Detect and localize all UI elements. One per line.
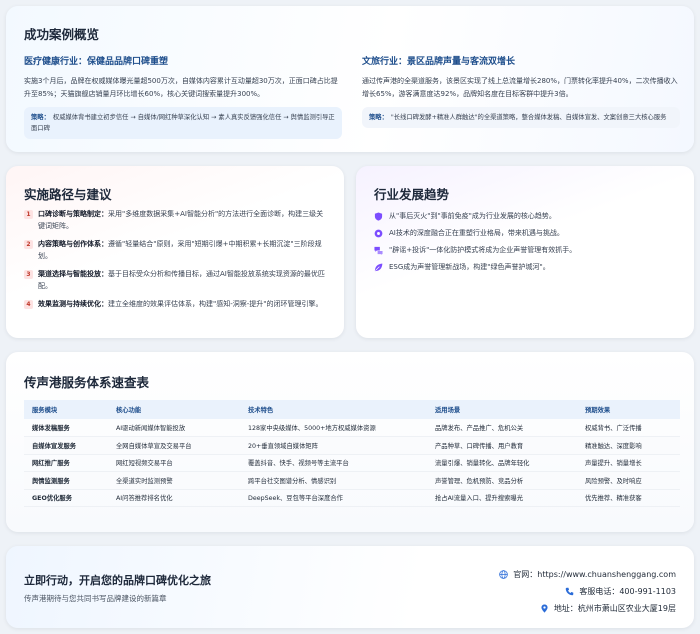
trend-item: 从"事后灭火"到"事前免疫"成为行业发展的核心趋势。 (374, 212, 679, 221)
column-header: 技术特色 (240, 400, 427, 419)
table-cell: DeepSeek、豆包等平台深度合作 (240, 489, 427, 507)
table-cell: 媒体发稿服务 (24, 419, 108, 437)
table-cell: 舆情监测服务 (24, 471, 108, 490)
trends-section: 行业发展趋势 从"事后灭火"到"事前免疫"成为行业发展的核心趋势。 AI技术的深… (356, 166, 694, 338)
trend-text: "辟谣+投诉"一体化防护模式将成为企业声誉管理有效抓手。 (389, 246, 577, 254)
table-row: 媒体发稿服务 AI驱动新闻媒体智能投放 128家中央级媒体、5000+地方权威媒… (24, 419, 680, 437)
column-header: 核心功能 (108, 400, 240, 419)
case-tourism-strategy: 策略： "长线口碑发酵+精准人群触达"的全渠道策略，整合媒体发稿、自媒体宣发、文案… (362, 107, 680, 128)
trend-text: 从"事后灭火"到"事前免疫"成为行业发展的核心趋势。 (389, 212, 556, 220)
table-row: 网红推广服务 网红短视频交易平台 覆盖抖音、快手、视频号等主流平台 流量引爆、销… (24, 454, 680, 472)
table-cell: 声量提升、销量增长 (577, 454, 680, 472)
case-medical: 医疗健康行业：保健品品牌口碑重塑 实施3个月后，品牌在权威媒体曝光量超500万次… (24, 54, 342, 139)
strategy-label: 策略： (369, 114, 388, 121)
step-heading: 口碑诊断与策略制定： (38, 210, 108, 218)
table-cell: 自媒体宣发服务 (24, 436, 108, 455)
roadmap-step: 4 效果监测与持续优化：建立全维度的效果评估体系，构建"感知-洞察-提升"的闭环… (24, 299, 329, 311)
trend-item: "辟谣+投诉"一体化防护模式将成为企业声誉管理有效抓手。 (374, 246, 679, 255)
trends-title: 行业发展趋势 (374, 187, 450, 202)
table-cell: 全渠道实时监测预警 (108, 471, 240, 490)
table-cell: 全网自媒体草宣及交易平台 (108, 436, 240, 455)
case-medical-title: 医疗健康行业：保健品品牌口碑重塑 (24, 57, 169, 67)
trend-text: AI技术的深度融合正在重塑行业格局，带来机遇与挑战。 (389, 229, 564, 237)
roadmap-title: 实施路径与建议 (24, 187, 112, 202)
roadmap-step: 2 内容策略与创作体系：遵循"轻量结合"原则，采用"短期引爆+中期积累+长期沉淀… (24, 239, 329, 262)
roadmap-steps: 1 口碑诊断与策略制定：采用"多维度数据采集+AI智能分析"的方法进行全面诊断，… (24, 209, 329, 318)
table-row: GEO优化服务 AI问答推荐排名优化 DeepSeek、豆包等平台深度合作 抢占… (24, 489, 680, 507)
trend-item: ESG成为声誉管理新战场，构建"绿色声誉护城河"。 (374, 263, 679, 272)
case-tourism: 文旅行业：景区品牌声量与客流双增长 通过传声港的全渠道服务，该景区实现了线上总流… (362, 54, 680, 128)
step-number: 4 (24, 300, 33, 309)
table-cell: 流量引爆、销量转化、品牌年轻化 (427, 454, 577, 472)
location-pin-icon (541, 604, 548, 613)
leaf-icon (374, 263, 383, 272)
website-text[interactable]: 官网：https://www.chuanshenggang.com (513, 569, 676, 580)
cta-subtitle: 传声港期待与您共同书写品牌建设的新篇章 (24, 594, 167, 603)
column-header: 服务模块 (24, 400, 108, 419)
table-cell: 品牌发布、产品推广、危机公关 (427, 419, 577, 437)
trend-item: AI技术的深度融合正在重塑行业格局，带来机遇与挑战。 (374, 229, 679, 238)
case-tourism-body: 通过传声港的全渠道服务，该景区实现了线上总流量增长280%，门票转化率提升40%… (362, 77, 678, 98)
success-cases-section: 成功案例概览 医疗健康行业：保健品品牌口碑重塑 实施3个月后，品牌在权威媒体曝光… (6, 6, 694, 152)
roadmap-section: 实施路径与建议 1 口碑诊断与策略制定：采用"多维度数据采集+AI智能分析"的方… (6, 166, 344, 338)
table-cell: 优先推荐、精准获客 (577, 489, 680, 507)
table-cell: 风险预警、及时响应 (577, 471, 680, 490)
table-cell: AI驱动新闻媒体智能投放 (108, 419, 240, 437)
trend-list: 从"事后灭火"到"事前免疫"成为行业发展的核心趋势。 AI技术的深度融合正在重塑… (374, 212, 679, 280)
table-cell: GEO优化服务 (24, 489, 108, 507)
column-header: 预期效果 (577, 400, 680, 419)
table-row: 自媒体宣发服务 全网自媒体草宣及交易平台 20+垂直领域自媒体矩阵 产品种草、口… (24, 436, 680, 455)
roadmap-step: 1 口碑诊断与策略制定：采用"多维度数据采集+AI智能分析"的方法进行全面诊断，… (24, 209, 329, 232)
table-cell: 网红短视频交易平台 (108, 454, 240, 472)
table-cell: 声誉管理、危机预防、竞品分析 (427, 471, 577, 490)
case-tourism-title: 文旅行业：景区品牌声量与客流双增长 (362, 57, 516, 67)
step-heading: 内容策略与创作体系： (38, 240, 108, 248)
case-medical-body: 实施3个月后，品牌在权威媒体曝光量超500万次，自媒体内容累计互动量超30万次，… (24, 77, 338, 98)
table-cell: 覆盖抖音、快手、视频号等主流平台 (240, 454, 427, 472)
trend-text: ESG成为声誉管理新战场，构建"绿色声誉护城河"。 (389, 263, 550, 271)
table-cell: 抢占AI流量入口、提升搜索曝光 (427, 489, 577, 507)
contact-website[interactable]: 官网：https://www.chuanshenggang.com (499, 566, 676, 583)
services-section: 传声港服务体系速查表 服务模块 核心功能 技术特色 适用场景 预期效果 媒体发稿… (6, 352, 694, 532)
roadmap-step: 3 渠道选择与智能投放：基于目标受众分析和传播目标，通过AI智能投放系统实现资源… (24, 269, 329, 292)
contact-info: 官网：https://www.chuanshenggang.com 客服电话：4… (499, 566, 676, 617)
shield-icon (374, 212, 383, 221)
phone-icon (566, 587, 574, 596)
contact-address: 地址：杭州市萧山区农业大厦19层 (499, 600, 676, 617)
step-heading: 效果监测与持续优化： (38, 300, 108, 308)
cases-title: 成功案例概览 (24, 27, 100, 42)
step-number: 2 (24, 240, 33, 249)
table-row: 舆情监测服务 全渠道实时监测预警 跨平台社交图谱分析、情感识别 声誉管理、危机预… (24, 471, 680, 490)
step-heading: 渠道选择与智能投放： (38, 270, 108, 278)
table-cell: 跨平台社交图谱分析、情感识别 (240, 471, 427, 490)
globe-icon (499, 570, 509, 579)
contact-phone[interactable]: 客服电话：400-991-1103 (499, 583, 676, 600)
cta-section: 立即行动，开启您的品牌口碑优化之旅 传声港期待与您共同书写品牌建设的新篇章 官网… (6, 546, 694, 628)
table-cell: AI问答推荐排名优化 (108, 489, 240, 507)
services-title: 传声港服务体系速查表 (24, 375, 150, 390)
cta-title: 立即行动，开启您的品牌口碑优化之旅 (24, 574, 211, 587)
table-cell: 网红推广服务 (24, 454, 108, 472)
phone-text[interactable]: 客服电话：400-991-1103 (579, 586, 676, 597)
strategy-label: 策略： (31, 114, 50, 121)
table-cell: 20+垂直领域自媒体矩阵 (240, 436, 427, 455)
step-number: 3 (24, 270, 33, 279)
case-medical-strategy: 策略： 权威媒体背书建立初步信任 → 自媒体/网红种草深化认知 → 素人真实反馈强… (24, 107, 342, 139)
table-cell: 128家中央级媒体、5000+地方权威媒体资源 (240, 419, 427, 437)
step-text: 建立全维度的效果评估体系，构建"感知-洞察-提升"的闭环管理引擎。 (108, 300, 323, 308)
table-header-row: 服务模块 核心功能 技术特色 适用场景 预期效果 (24, 400, 680, 419)
ai-chip-icon (374, 229, 383, 238)
step-number: 1 (24, 210, 33, 219)
address-text: 地址：杭州市萧山区农业大厦19层 (553, 604, 676, 613)
table-cell: 产品种草、口碑传播、用户教育 (427, 436, 577, 455)
table-cell: 权威背书、广泛传播 (577, 419, 680, 437)
strategy-text: "长线口碑发酵+精准人群触达"的全渠道策略，整合媒体发稿、自媒体宣发、文案创意三… (390, 114, 667, 121)
services-table: 服务模块 核心功能 技术特色 适用场景 预期效果 媒体发稿服务 AI驱动新闻媒体… (24, 400, 680, 507)
chat-bubbles-icon (374, 246, 383, 255)
strategy-text: 权威媒体背书建立初步信任 → 自媒体/网红种草深化认知 → 素人真实反馈强化信任… (31, 114, 335, 132)
table-cell: 精准触达、深度影响 (577, 436, 680, 455)
column-header: 适用场景 (427, 400, 577, 419)
